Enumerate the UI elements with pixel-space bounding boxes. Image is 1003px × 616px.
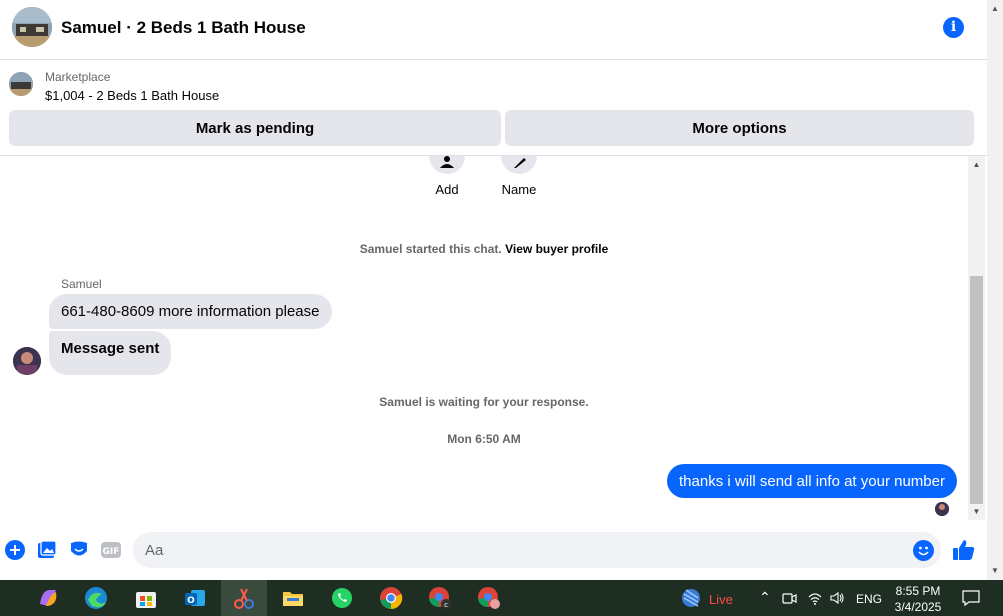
name-label: Name xyxy=(501,182,537,197)
message-input[interactable] xyxy=(133,532,941,568)
thread-scrollbar[interactable]: ▲ ▼ xyxy=(968,156,985,520)
gif-label: GIF xyxy=(103,547,120,557)
more-options-button[interactable]: More options xyxy=(505,110,974,146)
chrome-icon[interactable] xyxy=(377,584,405,612)
weather-icon[interactable] xyxy=(677,584,705,612)
add-label: Add xyxy=(435,182,459,197)
listing-avatar[interactable] xyxy=(12,7,52,47)
volume-icon[interactable] xyxy=(826,584,848,612)
edge-icon[interactable] xyxy=(82,584,110,612)
edit-name-button[interactable] xyxy=(501,156,537,174)
chat-started-text: Samuel started this chat. xyxy=(359,242,502,256)
marketplace-label: Marketplace xyxy=(45,70,111,84)
listing-price-title[interactable]: $1,004 - 2 Beds 1 Bath House xyxy=(45,88,219,103)
scrollbar-thumb[interactable] xyxy=(970,276,983,504)
add-person-icon xyxy=(440,156,454,168)
svg-text:O: O xyxy=(187,596,195,606)
meet-now-icon[interactable] xyxy=(778,584,800,612)
mark-as-pending-button[interactable]: Mark as pending xyxy=(9,110,501,146)
waiting-notice: Samuel is waiting for your response. xyxy=(379,395,589,409)
emoji-icon[interactable] xyxy=(913,540,934,561)
message-timestamp: Mon 6:50 AM xyxy=(447,432,521,446)
messenger-window: Samuel · 2 Beds 1 Bath House i Marketpla… xyxy=(0,0,987,580)
windows-taskbar: O c Live ⌃ ENG 8:55 PM 3/4/2025 xyxy=(0,580,1003,616)
add-person-button[interactable] xyxy=(429,156,465,174)
copilot-icon[interactable] xyxy=(34,584,62,612)
taskbar-clock[interactable]: 8:55 PM 3/4/2025 xyxy=(886,583,950,615)
message-composer: GIF xyxy=(0,520,987,580)
photo-icon[interactable] xyxy=(37,540,57,560)
clock-date: 3/4/2025 xyxy=(894,600,942,614)
notifications-icon[interactable] xyxy=(957,584,985,612)
listing-thumbnail[interactable] xyxy=(9,72,33,96)
clock-time: 8:55 PM xyxy=(895,584,941,598)
view-buyer-profile-link[interactable]: View buyer profile xyxy=(505,242,608,256)
outlook-icon[interactable]: O xyxy=(181,584,209,612)
page-scrollbar[interactable]: ▲ ▼ xyxy=(987,0,1003,580)
file-explorer-icon[interactable] xyxy=(279,584,307,612)
show-hidden-icons-chevron-icon[interactable]: ⌃ xyxy=(759,589,771,606)
incoming-message[interactable]: 661-480-8609 more information please xyxy=(49,294,332,329)
sticker-icon[interactable] xyxy=(69,540,89,560)
pencil-icon xyxy=(514,158,526,168)
conversation-title: Samuel · 2 Beds 1 Bath House xyxy=(61,18,306,37)
info-icon[interactable]: i xyxy=(943,17,964,38)
sender-name: Samuel xyxy=(61,277,102,291)
message-thread: Add Name Samuel started this chat. View … xyxy=(0,156,968,520)
page-scroll-up-icon[interactable]: ▲ xyxy=(987,4,1003,13)
chrome-profile-icon[interactable] xyxy=(475,584,503,612)
chrome-profile-c-icon[interactable]: c xyxy=(426,584,454,612)
page-scroll-down-icon[interactable]: ▼ xyxy=(987,566,1003,575)
gif-icon[interactable]: GIF xyxy=(101,540,121,560)
chat-started-notice: Samuel started this chat. View buyer pro… xyxy=(0,242,968,256)
like-thumbs-up-icon[interactable] xyxy=(952,538,976,562)
chat-header: Samuel · 2 Beds 1 Bath House i xyxy=(0,0,987,60)
snipping-tool-icon[interactable] xyxy=(230,584,258,612)
live-news-label[interactable]: Live xyxy=(709,592,733,607)
whatsapp-icon[interactable] xyxy=(328,584,356,612)
scroll-down-arrow-icon[interactable]: ▼ xyxy=(968,503,985,520)
incoming-message[interactable]: Message sent xyxy=(49,331,172,375)
language-indicator[interactable]: ENG xyxy=(856,592,882,606)
plus-circle-icon[interactable] xyxy=(5,540,25,560)
sender-avatar[interactable] xyxy=(13,347,41,375)
seen-avatar xyxy=(935,502,949,516)
scroll-up-arrow-icon[interactable]: ▲ xyxy=(968,156,985,173)
outgoing-message[interactable]: thanks i will send all info at your numb… xyxy=(667,464,957,498)
svg-text:c: c xyxy=(444,601,448,609)
marketplace-listing-bar: Marketplace $1,004 - 2 Beds 1 Bath House… xyxy=(0,60,987,156)
wifi-icon[interactable] xyxy=(804,584,826,612)
store-icon[interactable] xyxy=(132,584,160,612)
